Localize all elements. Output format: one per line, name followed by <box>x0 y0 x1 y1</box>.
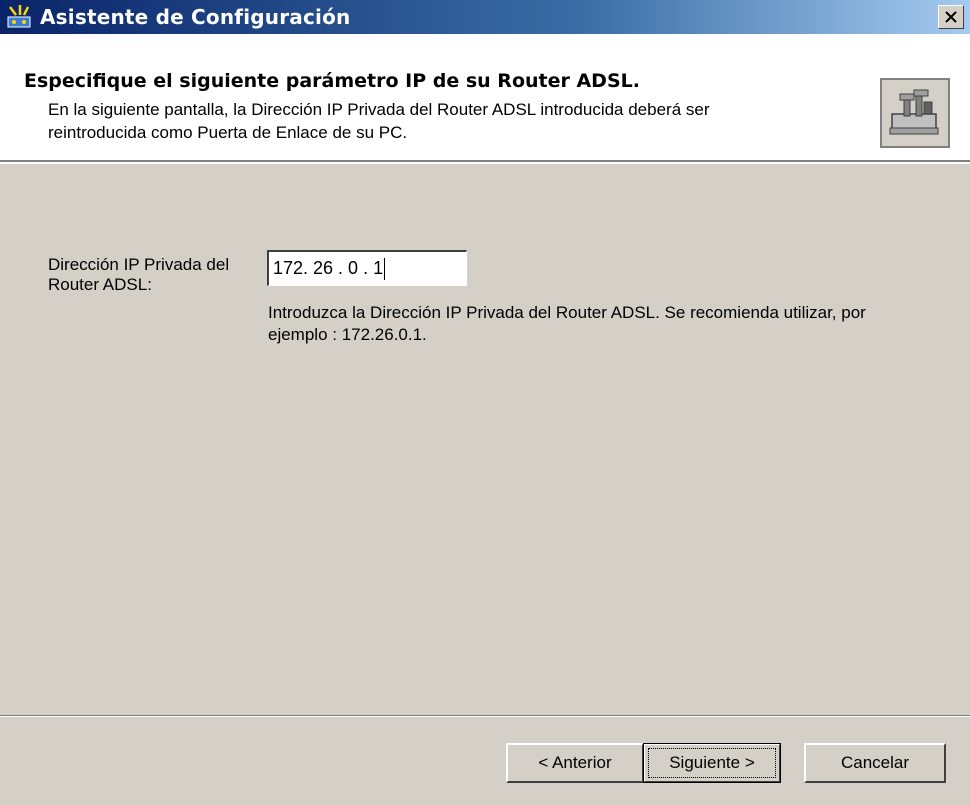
title-bar[interactable]: Asistente de Configuración <box>0 0 970 34</box>
ip-address-value: 172. 26 . 0 . 1 <box>273 258 384 278</box>
ip-hint-text: Introduzca la Dirección IP Privada del R… <box>268 303 866 344</box>
page-title: Especifique el siguiente parámetro IP de… <box>24 70 640 92</box>
header-icon <box>880 78 950 148</box>
ip-address-label: Dirección IP Privada del Router ADSL: <box>48 255 230 294</box>
page-description: En la siguiente pantalla, la Dirección I… <box>48 100 710 142</box>
next-button[interactable]: Siguiente > <box>643 743 781 783</box>
ip-address-input[interactable]: 172. 26 . 0 . 1 <box>267 250 467 286</box>
setup-wizard-window: Asistente de Configuración Especifique e… <box>0 0 970 805</box>
cancel-button[interactable]: Cancelar <box>804 743 946 783</box>
text-caret <box>384 258 386 281</box>
wizard-app-icon <box>7 5 31 28</box>
close-button[interactable] <box>938 5 964 29</box>
router-icon <box>889 89 939 135</box>
header-panel: Especifique el siguiente parámetro IP de… <box>0 34 970 162</box>
header-separator <box>0 162 970 164</box>
window-title: Asistente de Configuración <box>40 5 351 29</box>
back-button[interactable]: < Anterior <box>506 743 644 783</box>
focus-rectangle <box>648 748 776 778</box>
close-icon <box>945 11 957 23</box>
footer-separator <box>0 715 970 717</box>
